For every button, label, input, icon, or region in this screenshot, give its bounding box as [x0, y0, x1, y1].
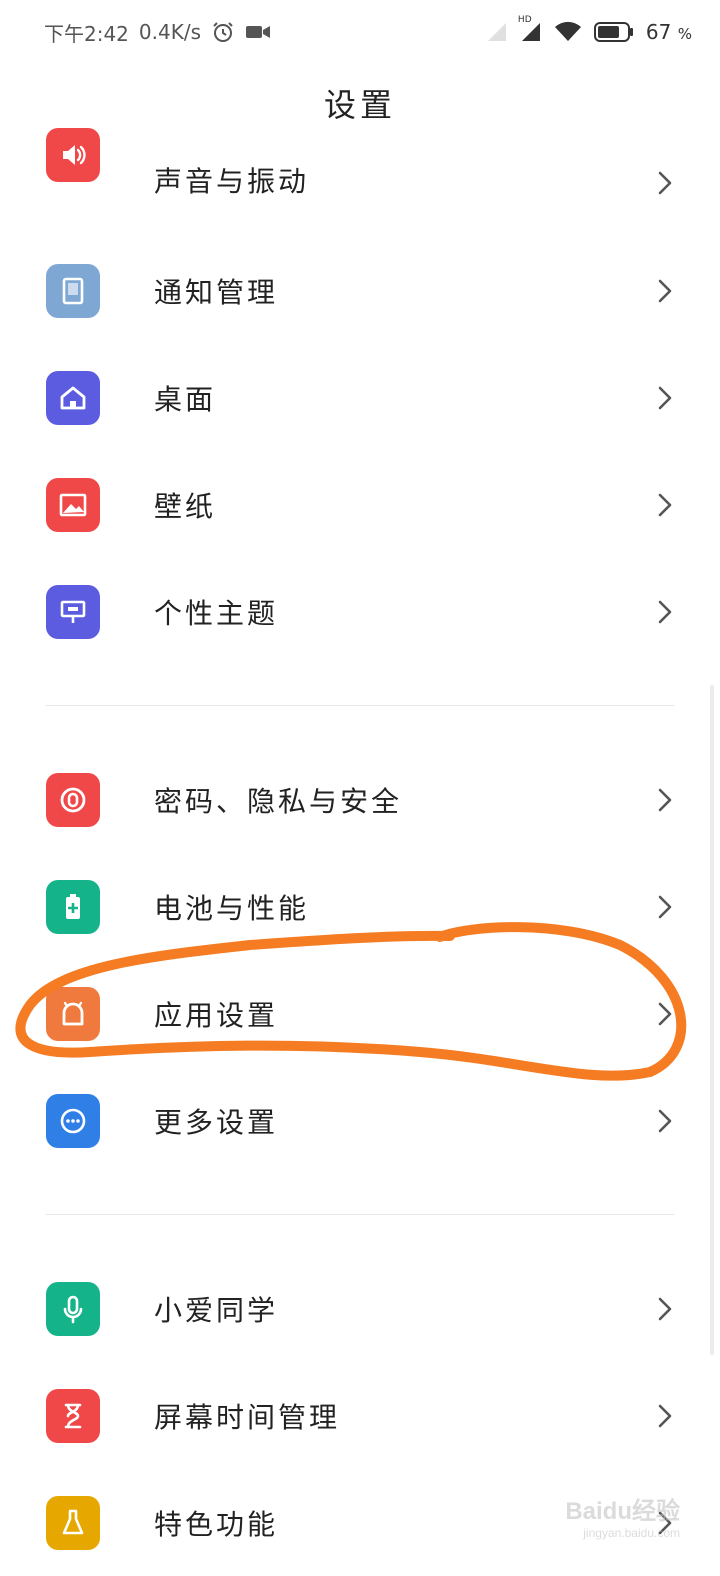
settings-item-label: 屏幕时间管理: [154, 1400, 341, 1434]
more-icon: [46, 1093, 100, 1148]
settings-item-screen-time[interactable]: 屏幕时间管理: [0, 1362, 720, 1469]
settings-item-more[interactable]: 更多设置: [0, 1067, 720, 1174]
watermark: Baidu经验 jingyan.baidu.com: [565, 1491, 680, 1540]
settings-list: 声音与振动 通知管理 桌面 壁纸 个性主题 密码、隐私与安全 电池与性能 应用设…: [0, 128, 720, 1576]
settings-item-sound[interactable]: 声音与振动: [0, 128, 720, 237]
settings-item-label: 特色功能: [154, 1507, 279, 1541]
battery-icon: [46, 879, 100, 934]
home-icon: [46, 370, 100, 425]
watermark-main: Baidu经验: [565, 1498, 680, 1525]
settings-item-label: 桌面: [154, 382, 217, 416]
status-time: 下午2:42: [44, 21, 129, 46]
app-icon: [46, 986, 100, 1041]
lock-icon: [46, 772, 100, 827]
wallpaper-icon: [46, 477, 100, 532]
chevron-right-icon: [654, 1109, 676, 1132]
chevron-right-icon: [654, 171, 676, 195]
status-bar: 下午2:42 0.4K/s HD 67 %: [0, 0, 720, 64]
settings-item-apps[interactable]: 应用设置: [0, 960, 720, 1067]
battery-icon: [593, 21, 634, 43]
notification-icon: [46, 263, 100, 318]
chevron-right-icon: [654, 386, 676, 409]
hourglass-icon: [46, 1388, 100, 1443]
settings-item-wallpaper[interactable]: 壁纸: [0, 451, 720, 558]
settings-item-label: 密码、隐私与安全: [154, 784, 403, 818]
hd-label: HD: [517, 15, 532, 25]
speaker-icon: [46, 128, 100, 182]
settings-item-label: 小爱同学: [154, 1293, 279, 1327]
watermark-sub: jingyan.baidu.com: [583, 1526, 680, 1540]
alarm-icon: [211, 20, 235, 44]
chevron-right-icon: [654, 493, 676, 516]
settings-item-desktop[interactable]: 桌面: [0, 344, 720, 451]
settings-item-label: 电池与性能: [154, 891, 310, 925]
settings-item-notifications[interactable]: 通知管理: [0, 237, 720, 344]
status-right: HD 67 %: [486, 15, 692, 44]
chevron-right-icon: [654, 788, 676, 811]
settings-item-label: 个性主题: [154, 596, 279, 630]
settings-item-label: 通知管理: [154, 275, 279, 309]
settings-item-label: 声音与振动: [154, 165, 310, 198]
settings-item-battery[interactable]: 电池与性能: [0, 853, 720, 960]
scrollbar[interactable]: [710, 685, 714, 1355]
chevron-right-icon: [654, 895, 676, 918]
signal-empty-icon: [486, 21, 508, 43]
settings-item-label: 壁纸: [154, 489, 217, 523]
chevron-right-icon: [654, 1297, 676, 1320]
wifi-icon: [554, 21, 582, 43]
signal-hd-icon: HD: [518, 15, 542, 43]
status-left: 下午2:42 0.4K/s: [44, 18, 271, 47]
battery-percent: 67 %: [645, 20, 692, 44]
settings-group-system: 密码、隐私与安全 电池与性能 应用设置 更多设置: [0, 746, 720, 1174]
microphone-icon: [46, 1281, 100, 1336]
chevron-right-icon: [654, 600, 676, 623]
settings-item-xiaoai[interactable]: 小爱同学: [0, 1255, 720, 1362]
chevron-right-icon: [654, 1404, 676, 1427]
feature-icon: [46, 1495, 100, 1550]
chevron-right-icon: [654, 279, 676, 302]
settings-item-label: 应用设置: [154, 998, 279, 1032]
status-network-speed: 0.4K/s: [138, 20, 202, 44]
theme-icon: [46, 584, 100, 639]
settings-group-personalization: 声音与振动 通知管理 桌面 壁纸 个性主题: [0, 128, 720, 665]
settings-item-theme[interactable]: 个性主题: [0, 558, 720, 665]
page-title: 设置: [323, 86, 396, 124]
settings-item-security[interactable]: 密码、隐私与安全: [0, 746, 720, 853]
chevron-right-icon: [654, 1002, 676, 1025]
video-camera-icon: [245, 23, 271, 41]
settings-item-label: 更多设置: [154, 1105, 279, 1139]
